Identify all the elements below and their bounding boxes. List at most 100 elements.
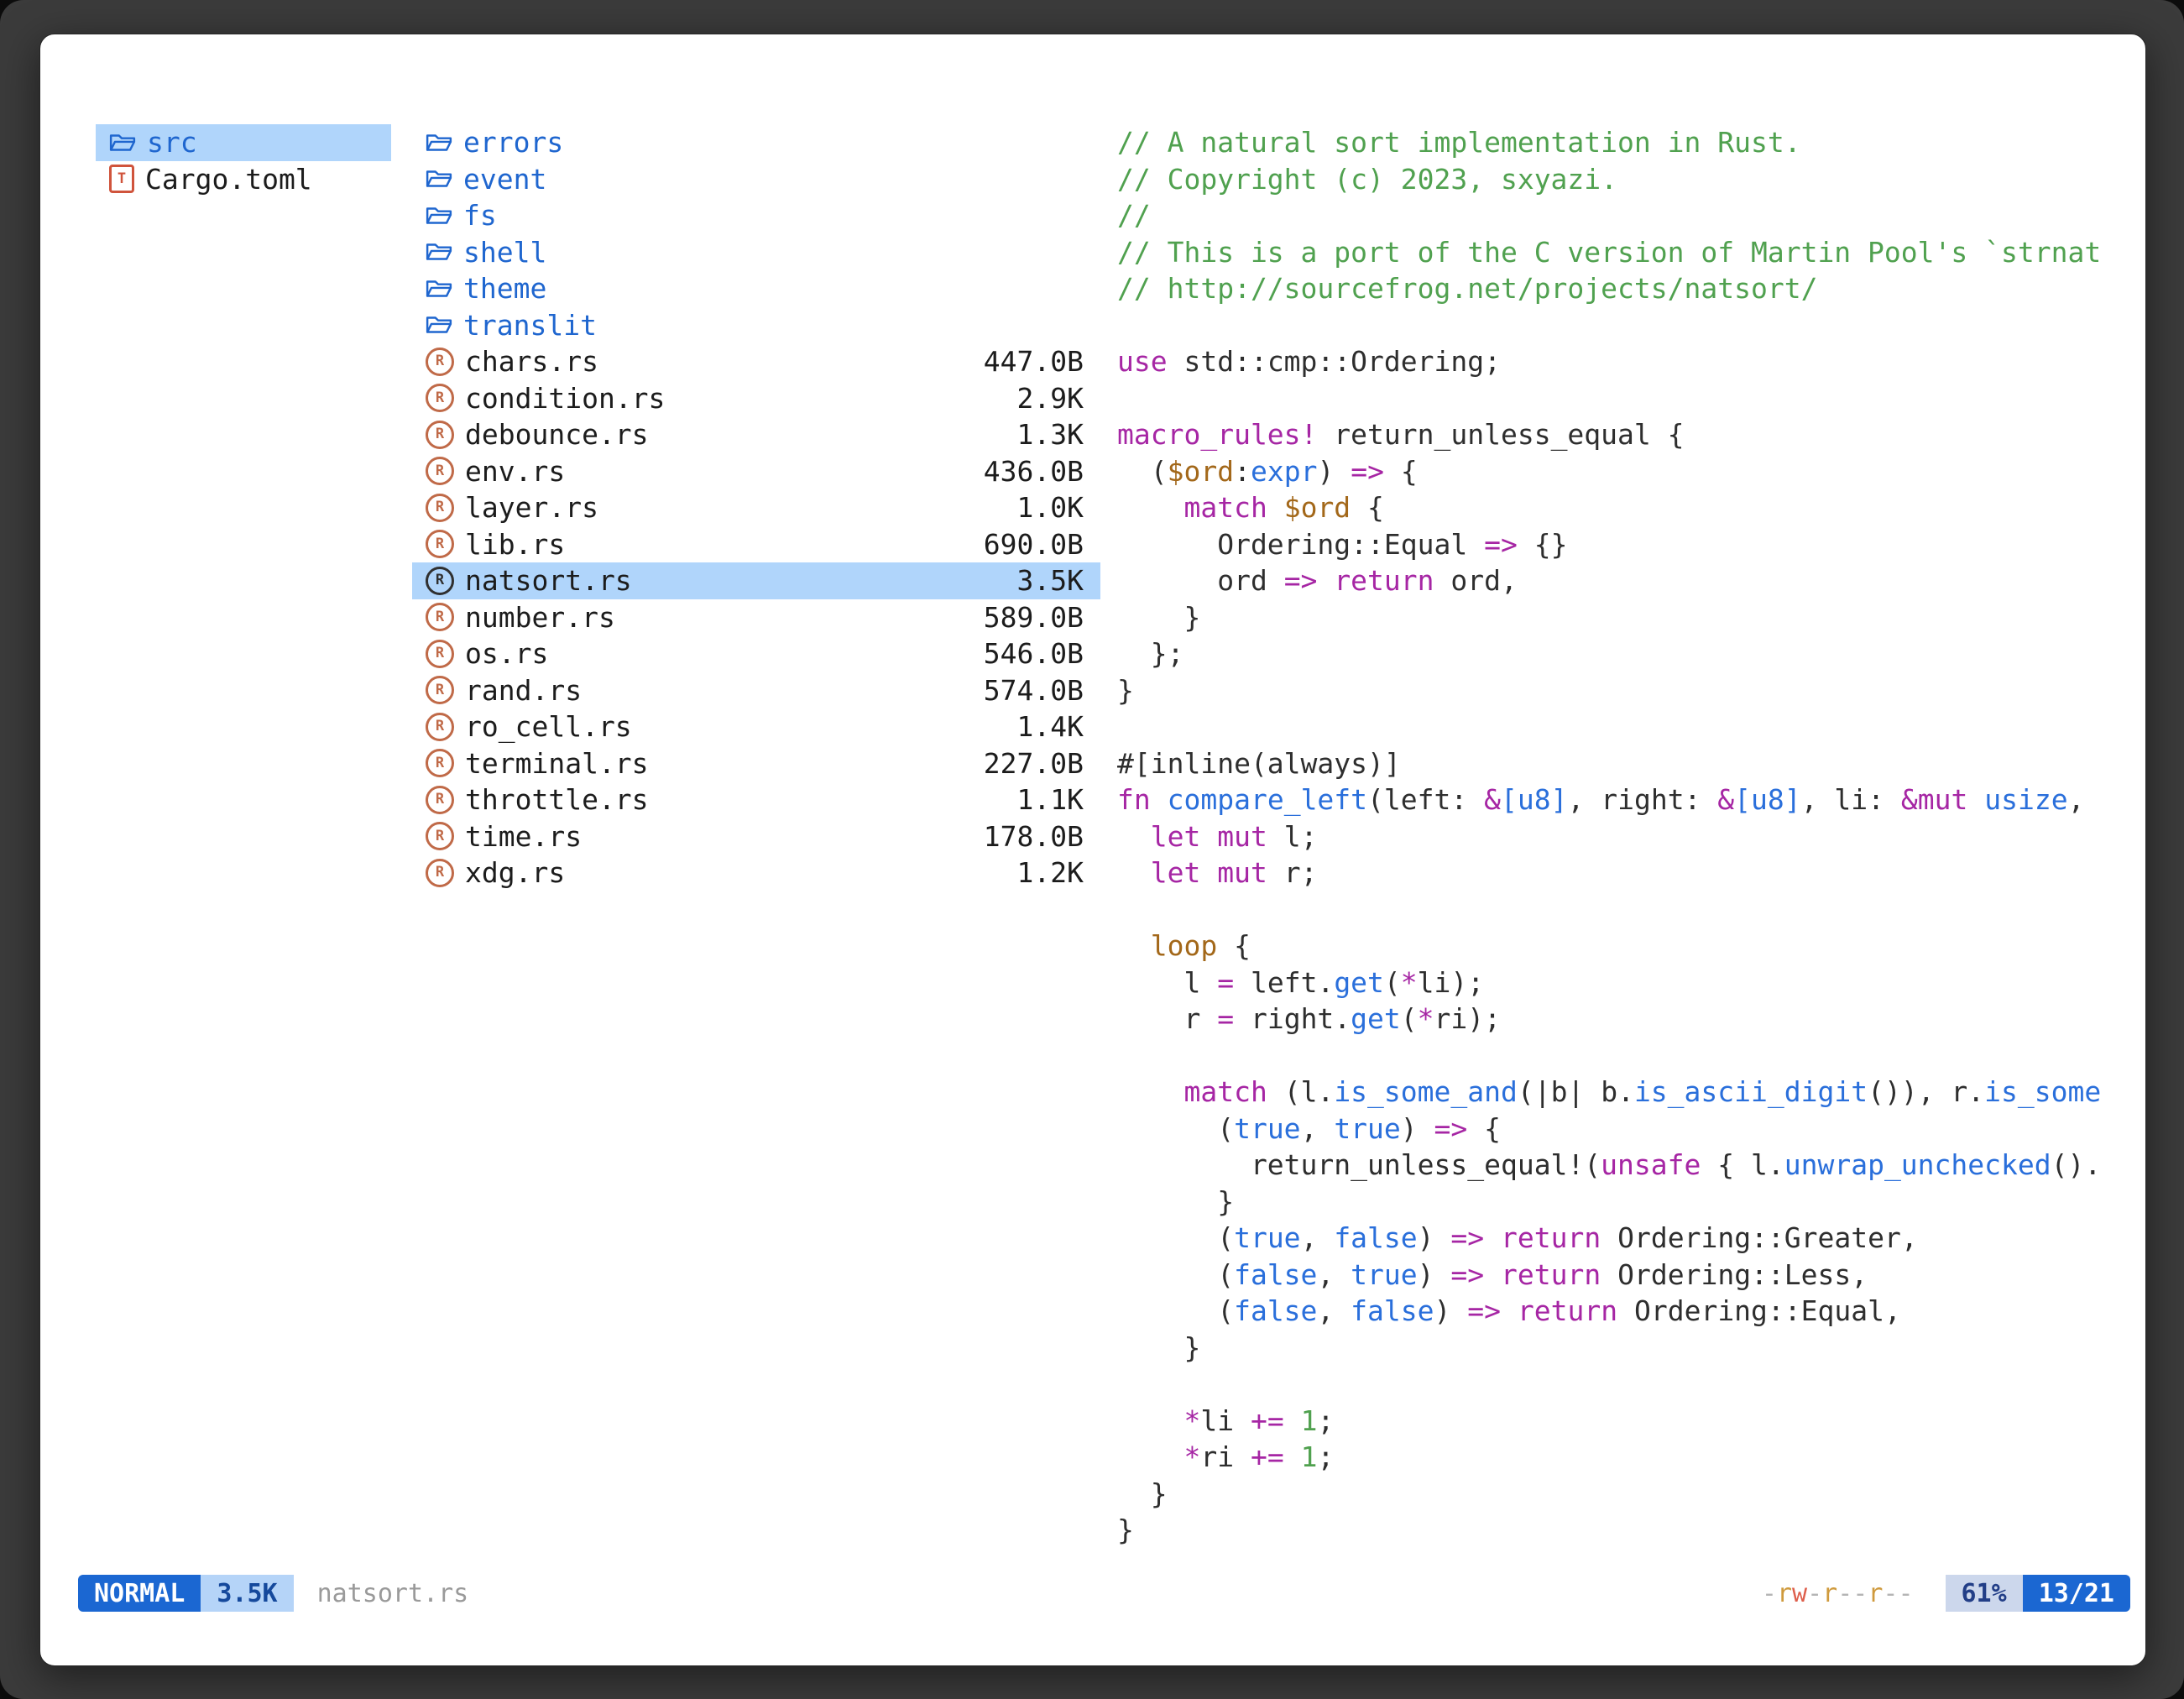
row-shell[interactable]: shell — [412, 234, 1100, 271]
row-chars.rs[interactable]: Rchars.rs447.0B — [412, 343, 1100, 380]
item-size: 589.0B — [984, 601, 1084, 634]
row-condition.rs[interactable]: Rcondition.rs2.9K — [412, 380, 1100, 417]
item-name: fs — [463, 199, 497, 232]
code-line: // A natural sort implementation in Rust… — [1117, 124, 2124, 161]
folder-icon — [426, 130, 452, 155]
mode-badge: NORMAL — [78, 1575, 201, 1612]
code-line: ord => return ord, — [1117, 562, 2124, 599]
item-name: ro_cell.rs — [465, 710, 632, 743]
row-Cargo.toml[interactable]: T Cargo.toml — [96, 161, 391, 198]
code-line: return_unless_equal!(unsafe { l.unwrap_u… — [1117, 1147, 2124, 1184]
code-line: *li += 1; — [1117, 1403, 2124, 1440]
row-xdg.rs[interactable]: Rxdg.rs1.2K — [412, 855, 1100, 891]
code-line: }; — [1117, 635, 2124, 672]
rust-file-icon: R — [426, 822, 454, 850]
code-line — [1117, 307, 2124, 344]
rust-file-icon: R — [426, 640, 454, 668]
item-name: layer.rs — [465, 491, 598, 524]
item-name: number.rs — [465, 601, 615, 634]
code-line: let mut l; — [1117, 818, 2124, 855]
code-line: } — [1117, 1476, 2124, 1513]
folder-icon — [426, 276, 452, 301]
rust-file-icon: R — [426, 749, 454, 777]
row-rand.rs[interactable]: Rrand.rs574.0B — [412, 672, 1100, 709]
item-name: xdg.rs — [465, 856, 565, 889]
item-size: 574.0B — [984, 674, 1084, 707]
item-size: 546.0B — [984, 637, 1084, 670]
code-line: match (l.is_some_and(|b| b.is_ascii_digi… — [1117, 1074, 2124, 1111]
row-terminal.rs[interactable]: Rterminal.rs227.0B — [412, 745, 1100, 782]
row-throttle.rs[interactable]: Rthrottle.rs1.1K — [412, 782, 1100, 818]
code-line: // — [1117, 197, 2124, 234]
item-size: 1.2K — [1017, 856, 1084, 889]
folder-icon — [109, 130, 136, 155]
item-name: time.rs — [465, 820, 582, 853]
item-name: lib.rs — [465, 528, 565, 561]
row-ro_cell.rs[interactable]: Rro_cell.rs1.4K — [412, 708, 1100, 745]
rust-file-icon: R — [426, 457, 454, 485]
row-translit[interactable]: translit — [412, 307, 1100, 344]
row-time.rs[interactable]: Rtime.rs 178.0B — [412, 818, 1100, 855]
row-src[interactable]: src — [96, 124, 391, 161]
current-pane: errors eventfs shelltheme translitRchars.rs… — [412, 124, 1100, 891]
row-errors[interactable]: errors — [412, 124, 1100, 161]
row-number.rs[interactable]: Rnumber.rs 589.0B — [412, 599, 1100, 636]
rust-file-icon: R — [426, 676, 454, 704]
rust-file-icon: R — [426, 603, 454, 631]
item-size: 1.3K — [1017, 418, 1084, 451]
rust-file-icon: R — [426, 567, 454, 595]
scroll-percent-badge: 61% — [1946, 1575, 2023, 1612]
yazi-file-manager-window: src T Cargo.toml errors eventfs shelltheme tr… — [39, 34, 2146, 1666]
row-fs[interactable]: fs — [412, 197, 1100, 234]
code-line: Ordering::Equal => {} — [1117, 526, 2124, 563]
code-line: use std::cmp::Ordering; — [1117, 343, 2124, 380]
item-size: 2.9K — [1017, 382, 1084, 415]
item-name: theme — [463, 272, 546, 305]
item-size: 447.0B — [984, 345, 1084, 378]
parent-pane: src T Cargo.toml — [96, 124, 391, 197]
item-name: condition.rs — [465, 382, 665, 415]
code-line: (true, true) => { — [1117, 1111, 2124, 1147]
cursor-position-badge: 13/21 — [2023, 1575, 2130, 1612]
item-size: 1.0K — [1017, 491, 1084, 524]
permissions-text: -rw-r--r-- — [1762, 1579, 1914, 1608]
row-natsort.rs[interactable]: Rnatsort.rs3.5K — [412, 562, 1100, 599]
item-size: 690.0B — [984, 528, 1084, 561]
row-os.rs[interactable]: Ros.rs546.0B — [412, 635, 1100, 672]
item-name: throttle.rs — [465, 783, 649, 816]
item-name: errors — [463, 126, 563, 159]
row-debounce.rs[interactable]: Rdebounce.rs1.3K — [412, 416, 1100, 453]
row-env.rs[interactable]: Renv.rs436.0B — [412, 453, 1100, 490]
row-theme[interactable]: theme — [412, 270, 1100, 307]
toml-file-icon: T — [109, 165, 134, 193]
item-name: debounce.rs — [465, 418, 649, 451]
folder-icon — [426, 203, 452, 228]
row-layer.rs[interactable]: Rlayer.rs 1.0K — [412, 489, 1100, 526]
rust-file-icon: R — [426, 494, 454, 522]
folder-icon — [426, 312, 452, 337]
item-size: 1.4K — [1017, 710, 1084, 743]
code-line: (false, true) => return Ordering::Less, — [1117, 1257, 2124, 1294]
code-line: (true, false) => return Ordering::Greate… — [1117, 1220, 2124, 1257]
item-size: 3.5K — [1017, 564, 1084, 597]
item-name: Cargo.toml — [145, 163, 312, 196]
item-size: 1.1K — [1017, 783, 1084, 816]
code-line: } — [1117, 1512, 2124, 1549]
row-event[interactable]: event — [412, 161, 1100, 198]
rust-file-icon: R — [426, 348, 454, 376]
item-size: 436.0B — [984, 455, 1084, 488]
code-line: // Copyright (c) 2023, sxyazi. — [1117, 161, 2124, 198]
preview-pane[interactable]: // A natural sort implementation in Rust… — [1117, 124, 2124, 1556]
item-name: event — [463, 163, 546, 196]
folder-icon — [426, 239, 452, 264]
code-line: (false, false) => return Ordering::Equal… — [1117, 1293, 2124, 1330]
item-name: shell — [463, 236, 546, 269]
code-line — [1117, 891, 2124, 928]
item-size: 178.0B — [984, 820, 1084, 853]
code-line — [1117, 708, 2124, 745]
item-name: translit — [463, 309, 597, 342]
code-line: *ri += 1; — [1117, 1439, 2124, 1476]
code-line — [1117, 1366, 2124, 1403]
code-line: // This is a port of the C version of Ma… — [1117, 234, 2124, 271]
row-lib.rs[interactable]: Rlib.rs690.0B — [412, 526, 1100, 563]
